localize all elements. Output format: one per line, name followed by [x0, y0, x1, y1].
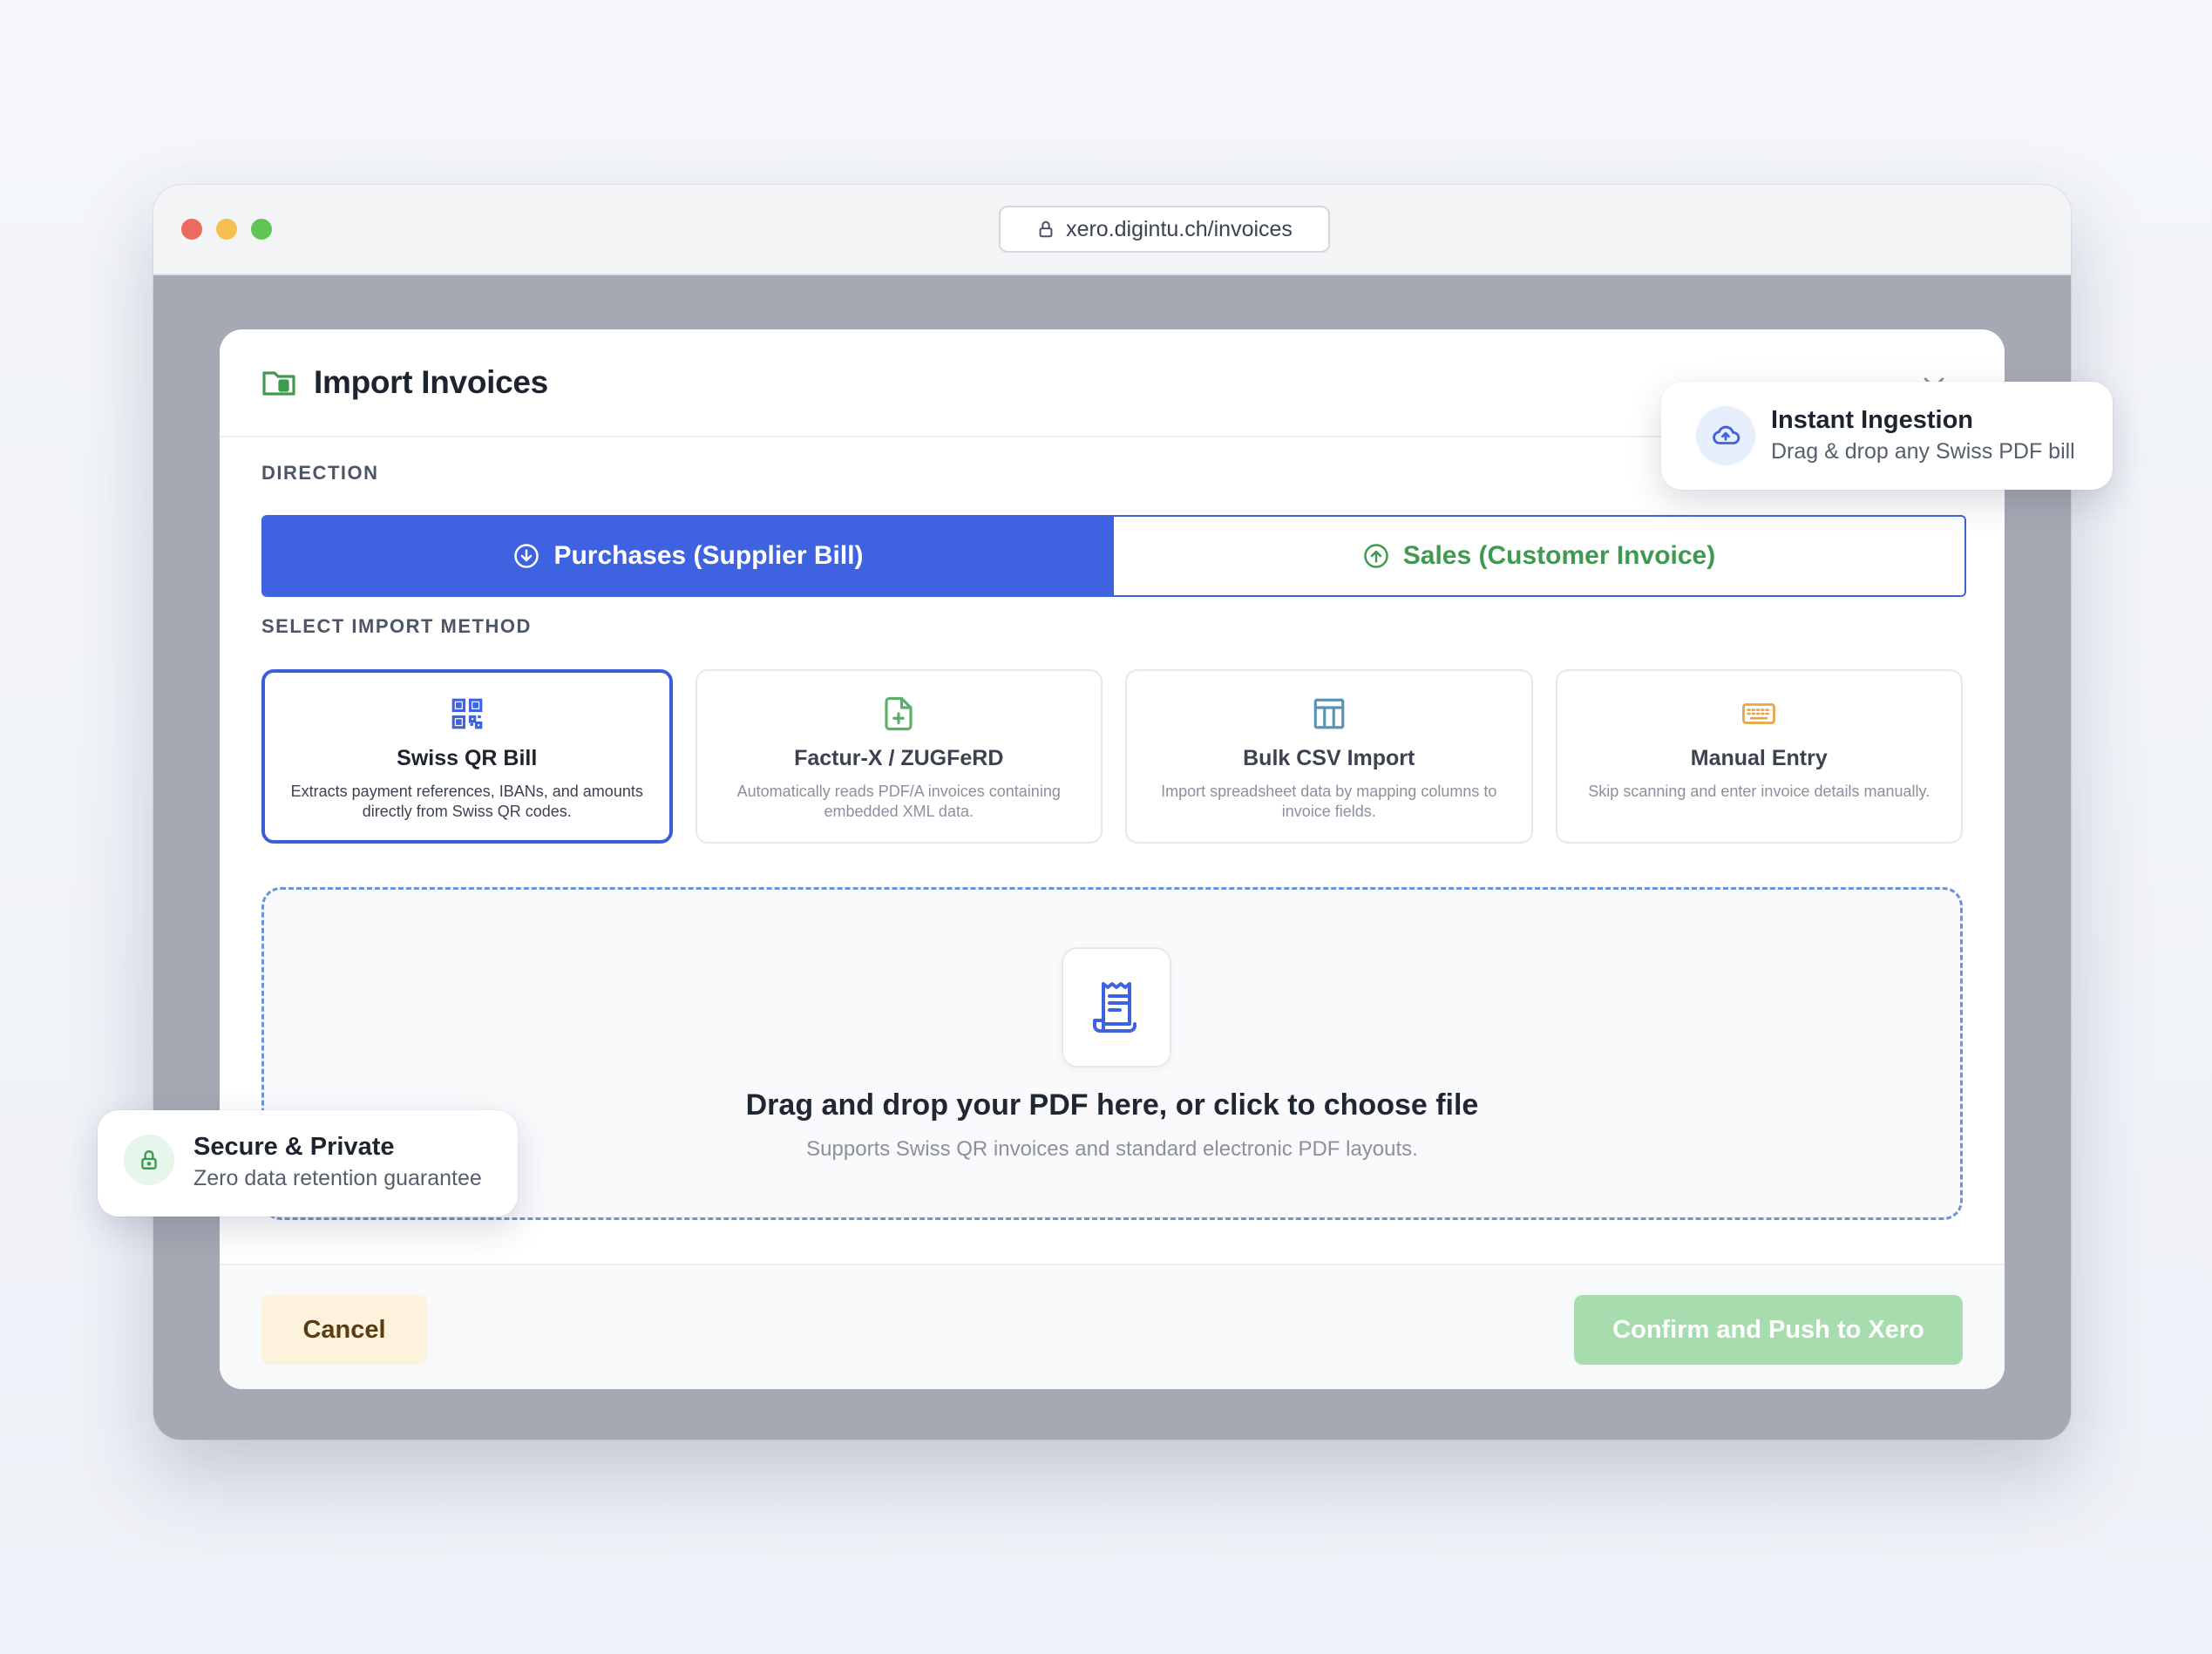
- browser-titlebar: xero.digintu.ch/invoices: [153, 185, 2071, 275]
- import-method-options: Swiss QR Bill Extracts payment reference…: [261, 669, 1963, 844]
- direction-sales-button[interactable]: Sales (Customer Invoice): [1114, 517, 1964, 595]
- modal-footer: Cancel Confirm and Push to Xero: [220, 1264, 2005, 1389]
- keyboard-icon: [1742, 703, 1776, 724]
- arrow-down-circle-icon: [514, 544, 539, 568]
- method-title: Manual Entry: [1690, 746, 1828, 770]
- dropzone-icon-tile: [1062, 947, 1171, 1068]
- direction-purchases-label: Purchases (Supplier Bill): [553, 541, 864, 570]
- badge-subtitle: Drag & drop any Swiss PDF bill: [1771, 439, 2075, 464]
- direction-label: DIRECTION: [261, 462, 379, 484]
- method-title: Swiss QR Bill: [397, 746, 538, 770]
- badge-subtitle: Zero data retention guarantee: [193, 1166, 482, 1190]
- minimize-window-button[interactable]: [216, 219, 237, 240]
- lock-icon: [124, 1135, 174, 1185]
- method-title: Bulk CSV Import: [1243, 746, 1415, 770]
- file-plus-icon: [885, 696, 913, 731]
- instant-ingestion-badge: Instant Ingestion Drag & drop any Swiss …: [1661, 382, 2113, 490]
- dropzone-subtitle: Supports Swiss QR invoices and standard …: [806, 1137, 1418, 1161]
- method-title: Factur-X / ZUGFeRD: [794, 746, 1004, 770]
- close-window-button[interactable]: [181, 219, 202, 240]
- dropzone-title: Drag and drop your PDF here, or click to…: [745, 1088, 1479, 1122]
- lock-icon: [1039, 220, 1053, 238]
- maximize-window-button[interactable]: [251, 219, 272, 240]
- direction-toggle: Purchases (Supplier Bill) Sales (Custome…: [261, 515, 1966, 597]
- method-description: Import spreadsheet data by mapping colum…: [1161, 783, 1497, 820]
- import-method-label: SELECT IMPORT METHOD: [261, 615, 532, 637]
- badge-title: Instant Ingestion: [1771, 406, 1973, 434]
- method-card-swiss-qr[interactable]: Swiss QR Bill Extracts payment reference…: [261, 669, 673, 844]
- cloud-upload-icon: [1696, 406, 1755, 465]
- direction-sales-label: Sales (Customer Invoice): [1402, 541, 1716, 570]
- table-icon: [1313, 698, 1345, 729]
- cancel-button[interactable]: Cancel: [261, 1295, 427, 1365]
- address-bar[interactable]: xero.digintu.ch/invoices: [999, 206, 1330, 253]
- secure-private-badge: Secure & Private Zero data retention gua…: [98, 1110, 518, 1217]
- qr-code-icon: [451, 698, 483, 729]
- method-description: Skip scanning and enter invoice details …: [1588, 783, 1930, 800]
- method-card-bulk-csv[interactable]: Bulk CSV Import Import spreadsheet data …: [1125, 669, 1533, 844]
- badge-title: Secure & Private: [193, 1133, 395, 1161]
- receipt-icon: [1093, 982, 1137, 1033]
- method-description: Extracts payment references, IBANs, and …: [290, 783, 643, 820]
- method-card-manual-entry[interactable]: Manual Entry Skip scanning and enter inv…: [1555, 669, 1963, 844]
- method-description: Automatically reads PDF/A invoices conta…: [736, 783, 1061, 820]
- url-text: xero.digintu.ch/invoices: [1066, 216, 1293, 241]
- direction-purchases-button[interactable]: Purchases (Supplier Bill): [263, 517, 1114, 595]
- folder-icon: [262, 371, 295, 396]
- arrow-up-circle-icon: [1364, 544, 1388, 568]
- confirm-push-button[interactable]: Confirm and Push to Xero: [1574, 1295, 1963, 1365]
- method-card-facturx[interactable]: Factur-X / ZUGFeRD Automatically reads P…: [695, 669, 1103, 844]
- browser-window: xero.digintu.ch/invoices Import Invoices…: [153, 185, 2071, 1440]
- modal-title: Import Invoices: [314, 364, 548, 400]
